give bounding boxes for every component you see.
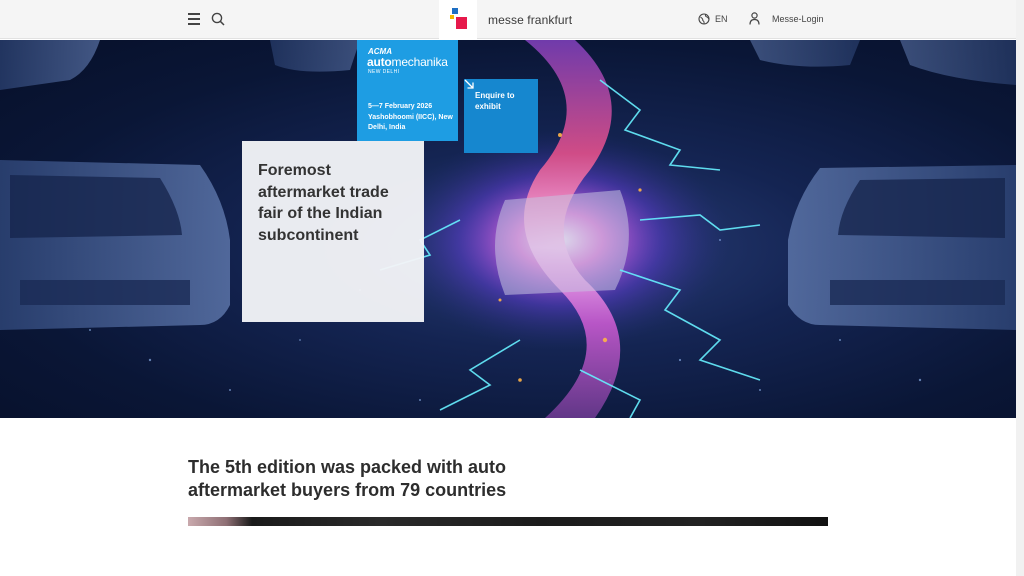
- enquire-label: Enquire to exhibit: [475, 91, 515, 111]
- site-header: messe frankfurt EN Messe-Login: [0, 0, 1016, 39]
- search-icon[interactable]: [211, 12, 225, 26]
- hero-headline-card: Foremost aftermarket trade fair of the I…: [242, 141, 424, 322]
- brand-name[interactable]: messe frankfurt: [488, 13, 572, 27]
- user-icon[interactable]: [749, 12, 760, 25]
- event-dates: 5—7 February 2026: [368, 103, 433, 110]
- page-scrollbar[interactable]: [1016, 0, 1024, 576]
- event-logo-card[interactable]: ACMA automechanika NEW DELHI 5—7 Februar…: [357, 40, 458, 141]
- language-selector[interactable]: EN: [715, 14, 728, 24]
- enquire-to-exhibit-button[interactable]: Enquire to exhibit: [464, 79, 538, 153]
- hero-banner: ACMA automechanika NEW DELHI 5—7 Februar…: [0, 40, 1016, 418]
- login-link[interactable]: Messe-Login: [772, 14, 824, 24]
- arrow-down-right-icon: [464, 79, 474, 89]
- event-city: NEW DELHI: [368, 69, 400, 75]
- event-name: automechanika: [367, 55, 448, 69]
- hero-headline: Foremost aftermarket trade fair of the I…: [258, 162, 389, 244]
- messe-frankfurt-logo[interactable]: [439, 0, 477, 39]
- globe-icon[interactable]: [698, 13, 710, 25]
- menu-icon[interactable]: [188, 13, 200, 25]
- logo-mark-icon: [450, 8, 467, 29]
- event-name-rest: mechanika: [391, 55, 448, 69]
- event-name-bold: auto: [367, 55, 392, 69]
- event-venue: Yashobhoomi (IICC), New Delhi, India: [368, 114, 453, 131]
- section-image: [188, 517, 828, 526]
- section-title: The 5th edition was packed with auto aft…: [188, 457, 507, 500]
